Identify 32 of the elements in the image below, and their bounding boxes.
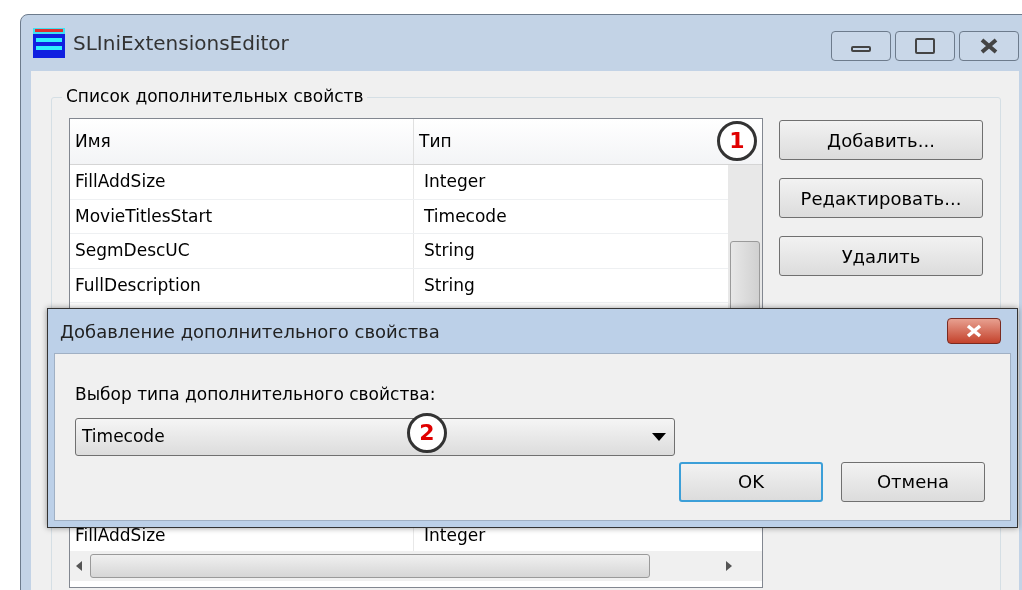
action-button[interactable]: Добавить...: [779, 120, 983, 160]
app-icon: [33, 28, 65, 58]
table-cell: FullDescription: [70, 268, 414, 302]
table-cell: FillAddSize: [70, 165, 414, 199]
minimize-button[interactable]: [831, 31, 891, 61]
table-cell: MovieTitlesStart: [70, 199, 414, 233]
close-button[interactable]: [947, 318, 1001, 344]
select-value: Timecode: [82, 424, 165, 448]
table-cell-text: Timecode: [423, 204, 508, 228]
column-header[interactable]: Имя: [75, 128, 111, 155]
column-header[interactable]: Тип: [419, 128, 452, 155]
scroll-left-icon[interactable]: [74, 560, 84, 572]
action-button[interactable]: Редактировать...: [779, 178, 983, 218]
dropdown-arrow-icon: [652, 432, 666, 441]
table-cell: SegmDescUC: [70, 234, 414, 268]
maximize-button[interactable]: [895, 31, 955, 61]
close-icon: [979, 38, 999, 54]
table-cell-text: String: [423, 239, 476, 262]
dialog-button[interactable]: Отмена: [841, 461, 985, 502]
field-label: Выбор типа дополнительного свойства:: [75, 383, 437, 406]
table-cell-text: String: [423, 273, 476, 297]
minimize-icon: [851, 46, 871, 52]
dialog-title: Добавление дополнительного свойства: [60, 319, 440, 344]
action-button[interactable]: Удалить: [779, 236, 983, 276]
table-cell-text: Integer: [423, 170, 487, 193]
window-title: SLIniExtensionsEditor: [73, 30, 289, 57]
close-icon: [965, 324, 983, 338]
table-cell-text: Integer: [423, 524, 487, 548]
dialog-button[interactable]: OK: [679, 461, 823, 502]
restore-icon: [915, 38, 935, 54]
close-button[interactable]: [959, 31, 1019, 61]
scroll-right-icon[interactable]: [724, 560, 734, 572]
